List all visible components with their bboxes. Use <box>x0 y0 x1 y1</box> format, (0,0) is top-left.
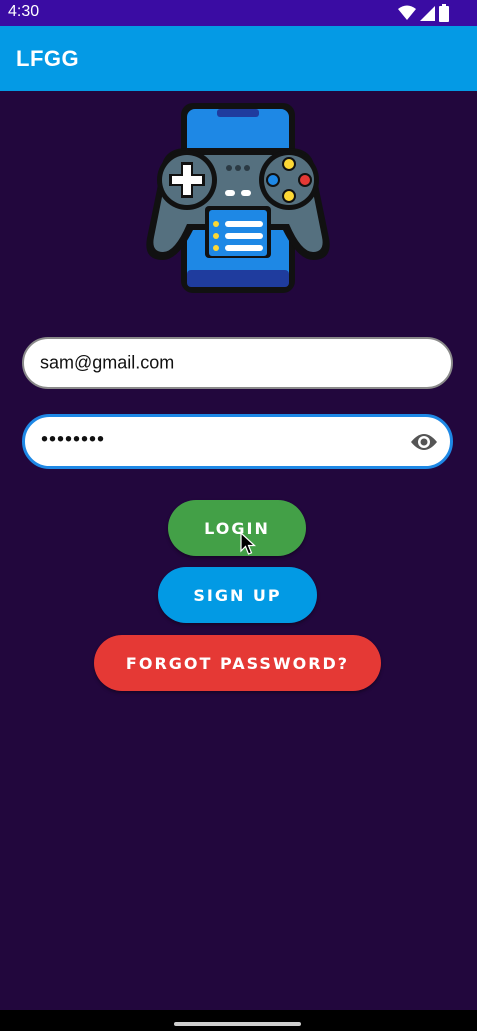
email-value: sam@gmail.com <box>40 352 175 373</box>
signup-button[interactable]: SIGN UP <box>158 567 317 623</box>
home-gesture-handle[interactable] <box>174 1022 301 1026</box>
forgot-password-button[interactable]: FORGOT PASSWORD? <box>94 635 381 691</box>
status-icons <box>398 4 449 22</box>
status-bar: 4:30 <box>0 0 477 26</box>
login-button[interactable]: LOGIN <box>168 500 306 556</box>
battery-icon <box>439 4 449 22</box>
eye-icon[interactable] <box>410 432 438 452</box>
phone-gamepad-icon <box>146 103 330 293</box>
status-time: 4:30 <box>8 3 40 20</box>
password-field[interactable]: •••••••• <box>22 414 453 469</box>
app-title: LFGG <box>16 46 80 71</box>
mouse-cursor-icon <box>240 532 256 555</box>
navigation-bar <box>0 1010 477 1031</box>
signal-icon <box>420 6 435 21</box>
wifi-icon <box>398 5 416 20</box>
password-value: •••••••• <box>41 428 106 451</box>
app-bar: LFGG <box>0 26 477 91</box>
email-field[interactable]: sam@gmail.com <box>22 337 453 389</box>
